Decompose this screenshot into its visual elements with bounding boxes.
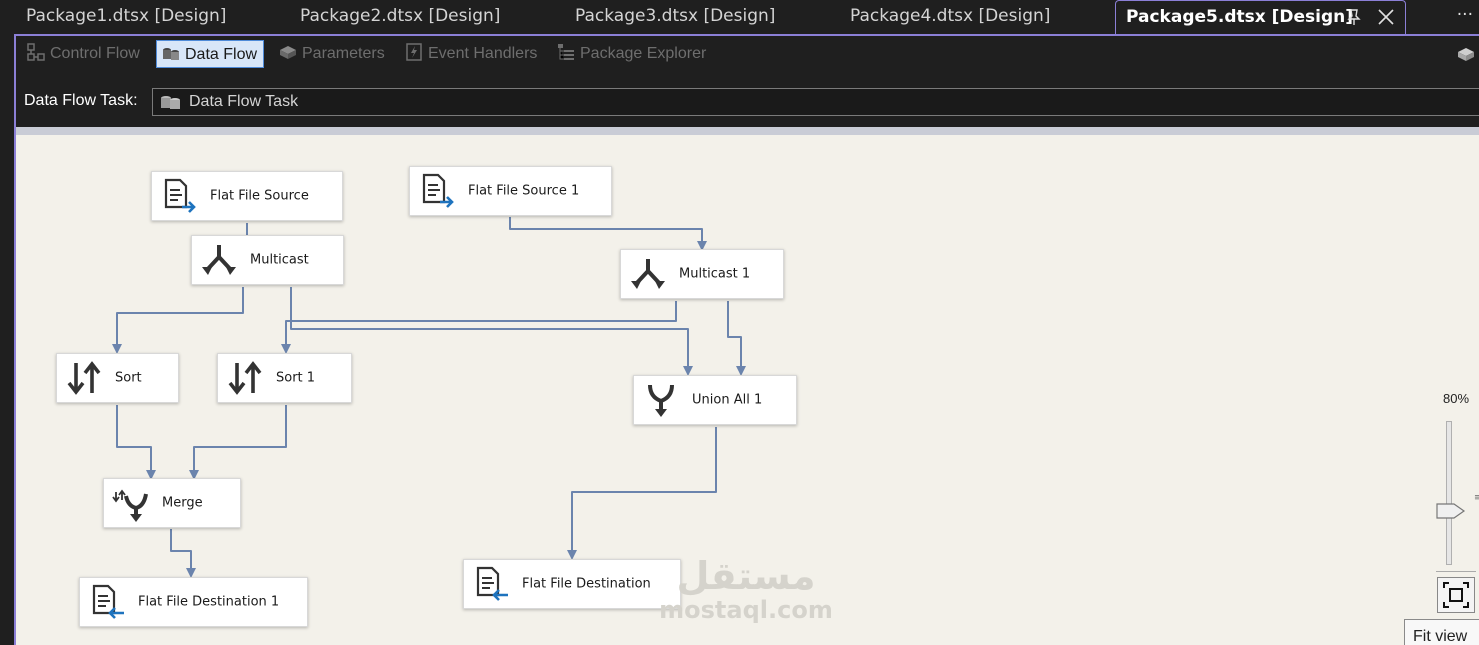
tab-label: Parameters bbox=[302, 45, 385, 62]
zoom-divider bbox=[1436, 571, 1476, 572]
tab-overflow-button[interactable]: ··· bbox=[1457, 0, 1473, 30]
path-sort-to-merge bbox=[116, 405, 156, 480]
component-label: Merge bbox=[162, 495, 203, 511]
component-flat-file-source-1[interactable]: Flat File Source 1 bbox=[409, 166, 612, 216]
data-flow-task-icon bbox=[161, 96, 180, 109]
path-multicast1-to-union-b bbox=[727, 301, 746, 376]
component-multicast-1[interactable]: Multicast 1 bbox=[620, 249, 784, 299]
component-multicast[interactable]: Multicast bbox=[191, 235, 344, 285]
component-union-all-1[interactable]: Union All 1 bbox=[633, 375, 797, 425]
tab-label: Package1.dtsx [Design] bbox=[26, 6, 227, 26]
tab-label: Package Explorer bbox=[580, 45, 707, 62]
path-multicast1-to-union-a bbox=[286, 301, 677, 322]
task-label: Data Flow Task: bbox=[24, 92, 138, 109]
tab-parameters[interactable]: Parameters bbox=[274, 40, 391, 68]
designer-tab-strip: Control Flow Data Flow Parameters Event … bbox=[16, 36, 1479, 72]
watermark: مستقل mostaql.com bbox=[656, 555, 836, 623]
package-icon[interactable] bbox=[1455, 44, 1477, 64]
app-window: Package1.dtsx [Design] Package2.dtsx [De… bbox=[0, 0, 1479, 645]
package-explorer-icon bbox=[558, 44, 574, 60]
tab-label: Package2.dtsx [Design] bbox=[300, 6, 501, 26]
path-source1-to-multicast1 bbox=[509, 217, 707, 251]
pin-icon[interactable] bbox=[1342, 1, 1366, 33]
parameters-icon bbox=[280, 46, 296, 59]
union-all-icon bbox=[648, 384, 674, 417]
control-flow-icon bbox=[27, 43, 45, 61]
package-designer: Control Flow Data Flow Parameters Event … bbox=[14, 34, 1479, 645]
component-label: Union All 1 bbox=[692, 392, 763, 408]
tab-package-explorer[interactable]: Package Explorer bbox=[552, 40, 712, 68]
multicast-icon bbox=[631, 259, 665, 289]
component-label: Flat File Source bbox=[210, 188, 309, 204]
tab-package3[interactable]: Package3.dtsx [Design] bbox=[575, 0, 775, 34]
tab-package5[interactable]: Package5.dtsx [Design] bbox=[1115, 0, 1406, 34]
close-icon[interactable] bbox=[1374, 1, 1398, 33]
tab-package4[interactable]: Package4.dtsx [Design] bbox=[850, 0, 1050, 34]
fit-view-tooltip: Fit view bbox=[1404, 619, 1479, 645]
tab-package1[interactable]: Package1.dtsx [Design] bbox=[26, 0, 226, 34]
event-handlers-icon bbox=[406, 43, 422, 61]
watermark-arabic: مستقل bbox=[676, 554, 816, 598]
flat-file-source-icon bbox=[422, 173, 454, 208]
component-label: Sort bbox=[115, 370, 142, 386]
data-flow-icon bbox=[163, 48, 179, 60]
component-label: Sort 1 bbox=[276, 370, 316, 386]
component-flat-file-destination[interactable]: Flat File Destination bbox=[463, 559, 681, 609]
flat-file-destination-icon bbox=[92, 584, 124, 619]
component-label: Flat File Destination 1 bbox=[138, 594, 280, 610]
path-merge-to-destination1 bbox=[170, 529, 196, 578]
component-label: Multicast 1 bbox=[679, 266, 751, 282]
data-flow-canvas[interactable]: Flat File Source Flat File Source 1 Mult… bbox=[16, 135, 1479, 645]
zoom-slider-thumb[interactable] bbox=[1436, 501, 1466, 521]
tab-label: Package4.dtsx [Design] bbox=[850, 6, 1051, 26]
fit-view-button[interactable] bbox=[1437, 577, 1475, 613]
watermark-latin: mostaql.com bbox=[659, 596, 833, 624]
flat-file-destination-icon bbox=[476, 566, 508, 601]
component-label: Flat File Source 1 bbox=[468, 183, 580, 199]
flat-file-source-icon bbox=[164, 178, 196, 213]
path-union-to-destination bbox=[567, 427, 717, 560]
tab-label: Data Flow bbox=[185, 46, 258, 63]
component-label: Multicast bbox=[250, 252, 309, 268]
tab-event-handlers[interactable]: Event Handlers bbox=[400, 40, 543, 68]
path-sort1-to-merge bbox=[189, 405, 287, 480]
tab-control-flow[interactable]: Control Flow bbox=[22, 40, 146, 68]
tab-label: Event Handlers bbox=[428, 45, 538, 62]
designer-separator bbox=[16, 127, 1479, 135]
zoom-slider-track[interactable] bbox=[1446, 421, 1452, 565]
document-tab-strip: Package1.dtsx [Design] Package2.dtsx [De… bbox=[0, 0, 1479, 34]
sort-icon bbox=[228, 361, 262, 395]
task-dropdown-value: Data Flow Task bbox=[189, 93, 299, 110]
component-sort-1[interactable]: Sort 1 bbox=[217, 353, 352, 403]
component-flat-file-destination-1[interactable]: Flat File Destination 1 bbox=[79, 577, 308, 627]
zoom-tick-mark: ≡ bbox=[1474, 493, 1479, 503]
component-sort[interactable]: Sort bbox=[56, 353, 179, 403]
component-label: Flat File Destination bbox=[522, 576, 651, 592]
path-multicast-to-sort bbox=[112, 287, 244, 354]
zoom-level-label: 80% bbox=[1442, 391, 1470, 406]
tab-label: Control Flow bbox=[50, 45, 140, 62]
task-selector-bar: Data Flow Task: Data Flow Task bbox=[16, 86, 1479, 122]
tab-data-flow[interactable]: Data Flow bbox=[156, 40, 265, 68]
task-dropdown[interactable]: Data Flow Task bbox=[152, 88, 1479, 116]
multicast-icon bbox=[202, 245, 236, 275]
fit-view-icon bbox=[1443, 582, 1469, 608]
tab-label: Package5.dtsx [Design] bbox=[1126, 7, 1354, 27]
component-merge[interactable]: Merge bbox=[103, 478, 241, 528]
sort-icon bbox=[67, 361, 101, 395]
merge-icon bbox=[112, 489, 148, 522]
component-flat-file-source[interactable]: Flat File Source bbox=[151, 171, 343, 221]
tab-package2[interactable]: Package2.dtsx [Design] bbox=[300, 0, 500, 34]
tab-label: Package3.dtsx [Design] bbox=[575, 6, 776, 26]
